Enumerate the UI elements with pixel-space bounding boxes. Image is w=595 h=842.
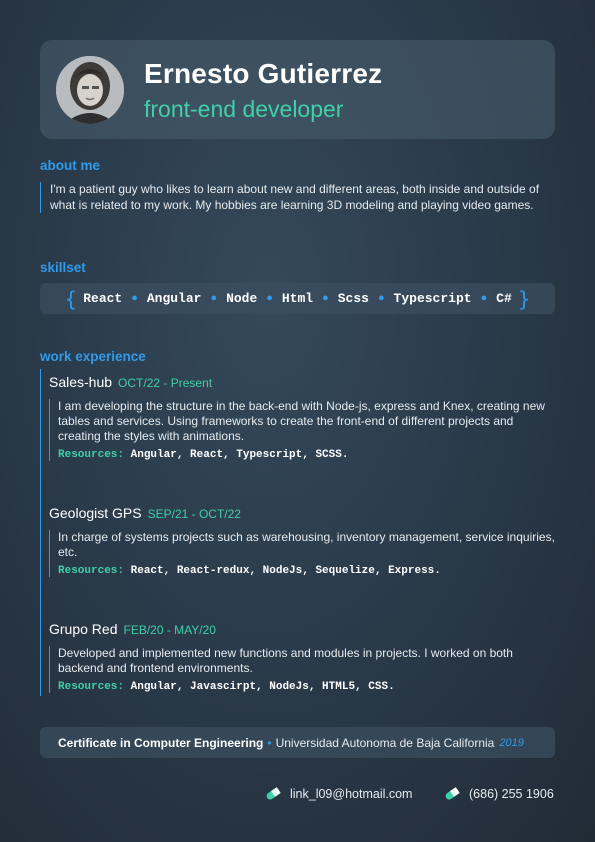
job-dates: FEB/20 - MAY/20 bbox=[123, 623, 216, 637]
resources-list: React, React-redux, NodeJs, Sequelize, E… bbox=[130, 565, 441, 577]
company-name: Geologist GPS bbox=[49, 505, 142, 521]
job-description: I am developing the structure in the bac… bbox=[58, 399, 545, 443]
certificate-separator: • bbox=[267, 735, 272, 750]
job-entry: Geologist GPS SEP/21 - OCT/22 In charge o… bbox=[49, 505, 559, 577]
certificate-title: Certificate in Computer Engineering bbox=[58, 735, 264, 750]
job-resources: Resources: React, React-redux, NodeJs, S… bbox=[58, 565, 559, 577]
avatar bbox=[56, 56, 124, 124]
contact-email[interactable]: link_l09@hotmail.com bbox=[265, 787, 412, 801]
job-body: In charge of systems projects such as wa… bbox=[49, 530, 559, 577]
full-name: Ernesto Gutierrez bbox=[144, 58, 383, 89]
skillset-title: skillset bbox=[40, 260, 86, 275]
job-resources: Resources: Angular, Javascirpt, NodeJs, … bbox=[58, 681, 559, 693]
job-header: Grupo Red FEB/20 - MAY/20 bbox=[49, 621, 559, 639]
skill-item: Scss bbox=[337, 291, 369, 306]
job-header: Sales-hub OCT/22 - Present bbox=[49, 374, 559, 392]
job-header: Geologist GPS SEP/21 - OCT/22 bbox=[49, 505, 559, 523]
phone-text: (686) 255 1906 bbox=[469, 787, 554, 801]
email-text: link_l09@hotmail.com bbox=[290, 787, 413, 801]
skill-separator: ● bbox=[377, 292, 385, 305]
job-description: In charge of systems projects such as wa… bbox=[58, 530, 555, 559]
skill-separator: ● bbox=[131, 292, 138, 305]
skill-item: Node bbox=[226, 291, 258, 306]
avatar-photo bbox=[56, 56, 124, 124]
pill-icon bbox=[266, 787, 281, 800]
job-entry: Grupo Red FEB/20 - MAY/20 Developed and i… bbox=[49, 621, 559, 693]
resources-list: Angular, Javascirpt, NodeJs, HTML5, CSS. bbox=[130, 681, 395, 693]
about-text: I'm a patient guy who likes to learn abo… bbox=[40, 182, 562, 213]
work-title: work experience bbox=[40, 349, 146, 364]
job-body: Developed and implemented new functions … bbox=[49, 646, 559, 693]
about-title: about me bbox=[40, 158, 101, 173]
pill-icon bbox=[445, 787, 460, 800]
skill-item: Angular bbox=[146, 291, 202, 306]
skill-item: React bbox=[83, 291, 123, 306]
skill-separator: ● bbox=[480, 292, 488, 305]
skill-item: Html bbox=[281, 291, 314, 306]
company-name: Grupo Red bbox=[49, 621, 118, 637]
skillset-bar: { React ● Angular ● Node ● Html ● Scss ●… bbox=[40, 283, 555, 314]
profile-header: Ernesto Gutierrez front-end developer bbox=[40, 40, 555, 139]
job-dates: OCT/22 - Present bbox=[118, 376, 213, 390]
resources-label: Resources: bbox=[58, 565, 125, 577]
job-entry: Sales-hub OCT/22 - Present I am developin… bbox=[49, 374, 559, 461]
skill-separator: ● bbox=[210, 292, 218, 305]
work-timeline-line bbox=[40, 369, 41, 696]
company-name: Sales-hub bbox=[49, 374, 113, 390]
certificate-bar: Certificate in Computer Engineering • Un… bbox=[40, 727, 555, 758]
resources-list: Angular, React, Typescript, SCSS. bbox=[130, 449, 349, 461]
job-role: front-end developer bbox=[144, 96, 344, 122]
job-body: I am developing the structure in the bac… bbox=[49, 399, 559, 461]
skill-separator: ● bbox=[322, 292, 329, 305]
close-brace: } bbox=[517, 286, 531, 311]
open-brace: { bbox=[64, 286, 78, 311]
certificate-institution: Universidad Autonoma de Baja California bbox=[275, 735, 495, 750]
job-dates: SEP/21 - OCT/22 bbox=[147, 507, 241, 521]
skill-item: Typescript bbox=[393, 291, 472, 306]
resources-label: Resources: bbox=[58, 449, 125, 461]
certificate-year: 2019 bbox=[499, 736, 524, 749]
skill-separator: ● bbox=[266, 292, 273, 305]
job-resources: Resources: Angular, React, Typescript, S… bbox=[58, 449, 559, 461]
contact-phone[interactable]: (686) 255 1906 bbox=[444, 787, 554, 801]
resources-label: Resources: bbox=[58, 681, 125, 693]
job-description: Developed and implemented new functions … bbox=[58, 646, 513, 675]
skill-item: C# bbox=[496, 291, 512, 306]
